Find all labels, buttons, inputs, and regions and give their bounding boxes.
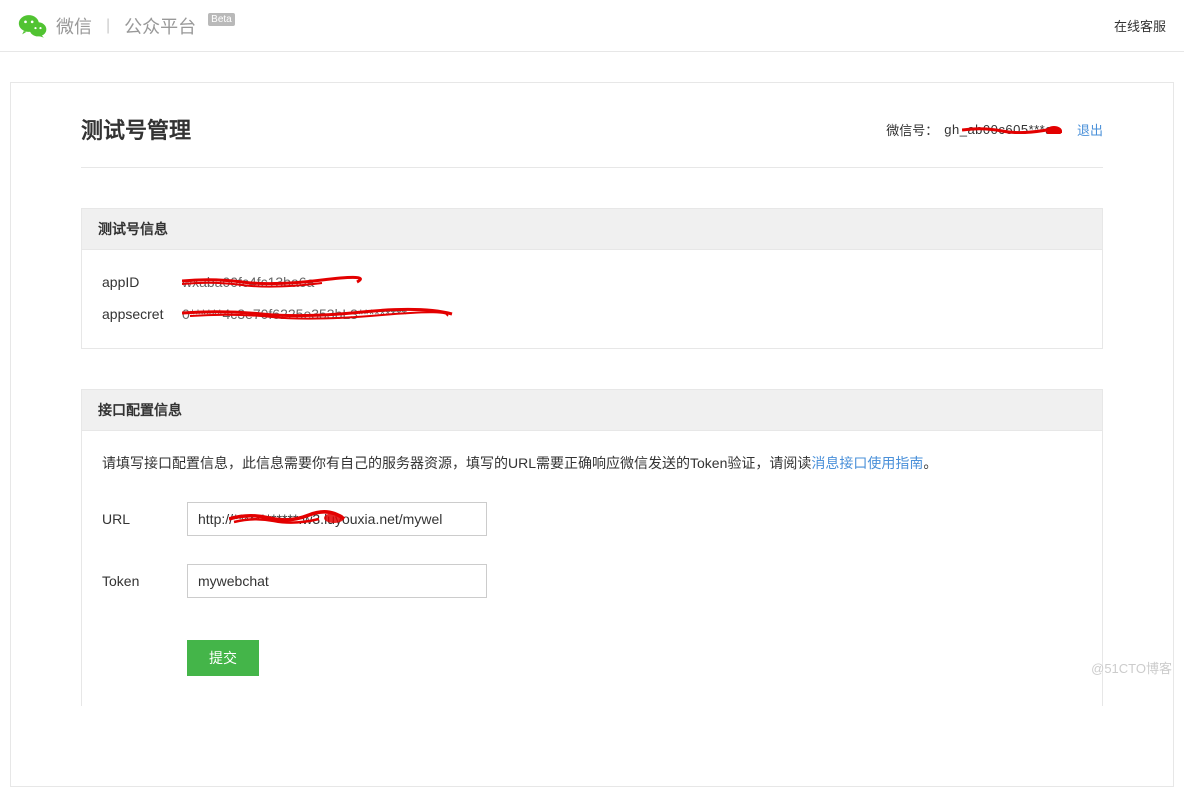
brand-divider: | xyxy=(106,17,110,35)
config-panel: 接口配置信息 请填写接口配置信息，此信息需要你有自己的服务器资源，填写的URL需… xyxy=(81,389,1103,706)
page-title: 测试号管理 xyxy=(81,113,191,145)
appsecret-value: 0******4c3e70f6225e353bL3********* xyxy=(182,306,407,322)
wechat-icon xyxy=(18,12,48,40)
beta-badge: Beta xyxy=(208,13,235,26)
appid-value: wxaba00fc4fc13ba6a xyxy=(182,274,314,290)
guide-link[interactable]: 消息接口使用指南 xyxy=(811,455,923,471)
info-row-appsecret: appsecret 0******4c3e70f6225e353bL3*****… xyxy=(102,298,1082,330)
brand-platform-text: 公众平台 xyxy=(124,13,196,39)
main-panel: 测试号管理 微信号： gh_ab00c605***a 退出 测试号信息 appI… xyxy=(10,82,1174,787)
info-row-appid: appID wxaba00fc4fc13ba6a xyxy=(102,266,1082,298)
submit-button[interactable]: 提交 xyxy=(187,640,259,676)
token-row: Token xyxy=(102,564,1082,598)
token-input[interactable] xyxy=(187,564,487,598)
appid-label: appID xyxy=(102,274,182,290)
config-panel-header: 接口配置信息 xyxy=(82,390,1102,431)
logout-link[interactable]: 退出 xyxy=(1077,120,1103,139)
appsecret-label: appsecret xyxy=(102,306,182,322)
info-panel-body: appID wxaba00fc4fc13ba6a appsecret 0****… xyxy=(82,250,1102,348)
brand: 微信 | 公众平台 Beta xyxy=(18,12,235,40)
title-row: 测试号管理 微信号： gh_ab00c605***a 退出 xyxy=(81,113,1103,168)
brand-wechat-text: 微信 xyxy=(56,13,92,39)
config-panel-body: 请填写接口配置信息，此信息需要你有自己的服务器资源，填写的URL需要正确响应微信… xyxy=(82,431,1102,706)
info-panel-header: 测试号信息 xyxy=(82,209,1102,250)
account-prefix: 微信号： xyxy=(886,120,938,139)
url-row: URL xyxy=(102,502,1082,536)
online-help-link[interactable]: 在线客服 xyxy=(1114,16,1166,35)
token-label: Token xyxy=(102,573,187,589)
top-header: 微信 | 公众平台 Beta 在线客服 xyxy=(0,0,1184,52)
account-info: 微信号： gh_ab00c605***a 退出 xyxy=(886,120,1103,139)
url-input[interactable] xyxy=(187,502,487,536)
url-label: URL xyxy=(102,511,187,527)
account-value: gh_ab00c605***a xyxy=(944,122,1053,137)
watermark: @51CTO博客 xyxy=(1091,658,1172,677)
config-description: 请填写接口配置信息，此信息需要你有自己的服务器资源，填写的URL需要正确响应微信… xyxy=(102,451,1082,476)
info-panel: 测试号信息 appID wxaba00fc4fc13ba6a appsecret… xyxy=(81,208,1103,349)
